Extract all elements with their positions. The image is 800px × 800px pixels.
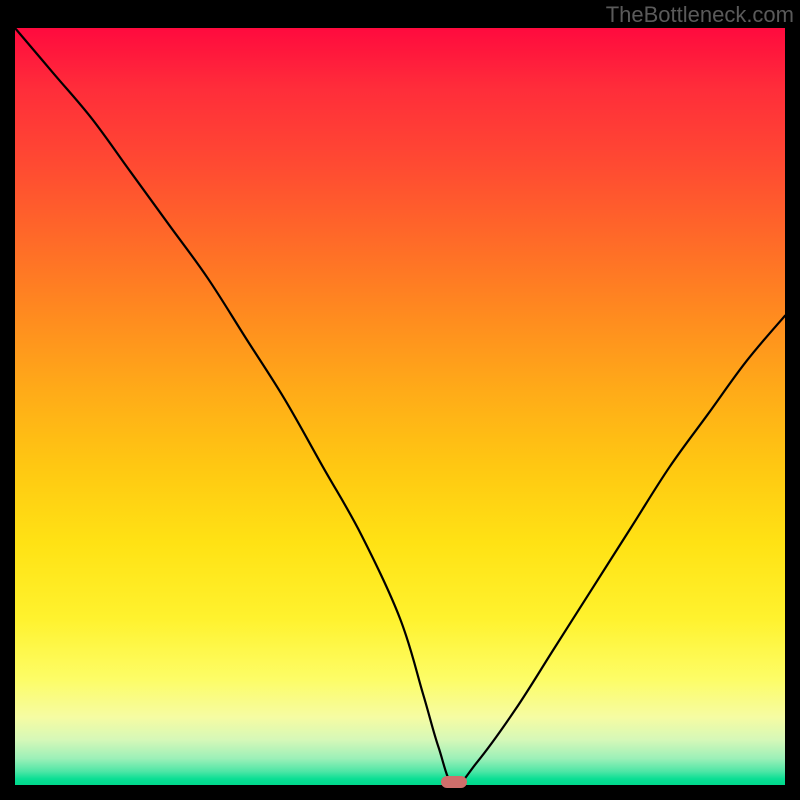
optimum-marker	[441, 776, 467, 788]
bottleneck-curve	[15, 28, 785, 785]
watermark-text: TheBottleneck.com	[606, 2, 794, 28]
chart-area	[15, 28, 785, 785]
